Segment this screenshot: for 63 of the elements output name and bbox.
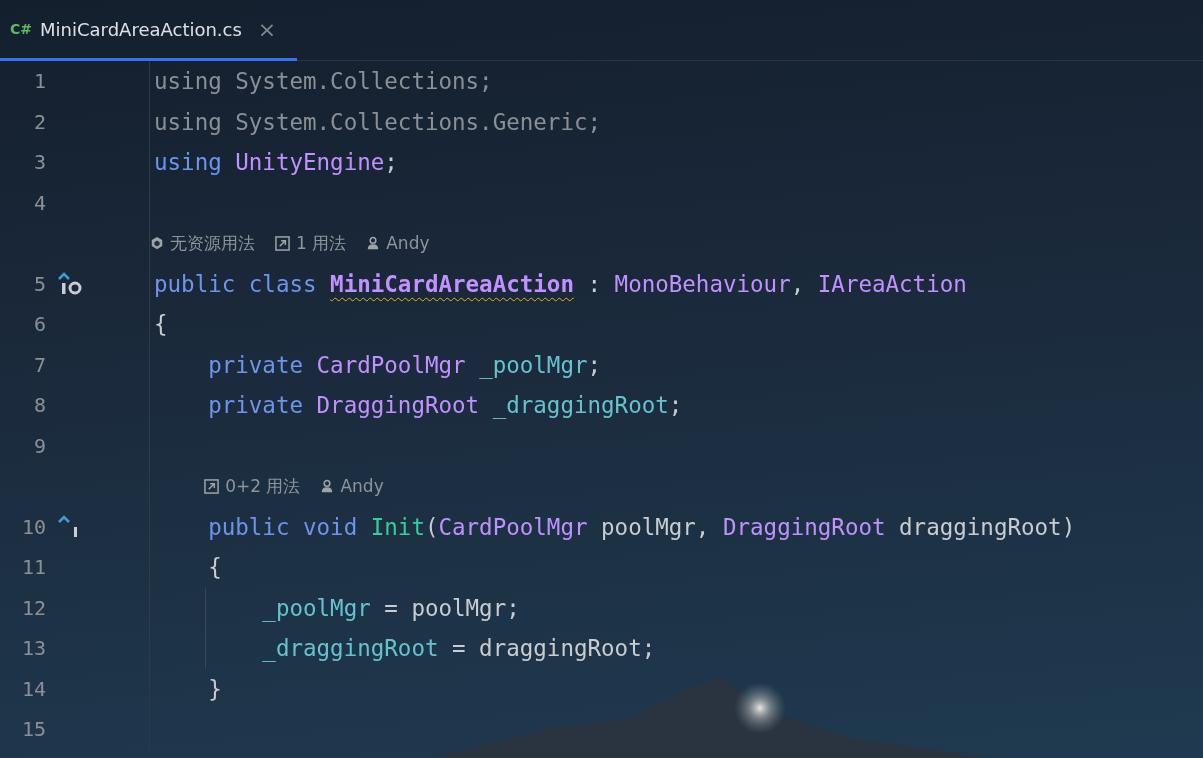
code-token: }: [207, 675, 222, 702]
code-token: MonoBehaviour: [614, 270, 791, 297]
code-token: private: [207, 392, 304, 419]
line-number: 15: [20, 717, 46, 742]
code-token: ;: [384, 149, 398, 176]
code-token: using System.Collections;: [154, 68, 493, 95]
code-token: _draggingRoot: [261, 635, 439, 662]
line-number: 13: [20, 636, 46, 661]
code-token: public void: [207, 513, 359, 540]
line-number: 11: [20, 555, 46, 580]
code-token: = poolMgr;: [383, 594, 520, 621]
code-token: ;: [587, 351, 602, 378]
line-number: 7: [32, 352, 46, 377]
code-token: _poolMgr: [261, 594, 371, 621]
code-token: {: [154, 311, 168, 338]
line-number: 3: [32, 150, 46, 175]
line-number: 5: [32, 271, 46, 296]
tab-label: MiniCardAreaAction.cs: [40, 18, 242, 40]
code-token: (: [424, 513, 439, 540]
implemented-marker-icon[interactable]: [58, 271, 84, 296]
line-number: 1: [32, 69, 46, 94]
code-token: DraggingRoot: [316, 392, 481, 419]
person-icon: [320, 479, 335, 494]
code-token: {: [207, 554, 222, 581]
code-token: IAreaAction: [817, 270, 967, 297]
code-token: CardPoolMgr: [438, 513, 588, 540]
code-token: = draggingRoot;: [451, 635, 656, 662]
code-lens-link[interactable]: Andy: [340, 476, 384, 497]
line-number: 10: [20, 514, 46, 539]
code-token: ;: [668, 392, 683, 419]
code-token: _poolMgr: [479, 351, 588, 378]
code-token: draggingRoot): [898, 513, 1076, 540]
code-token: CardPoolMgr: [316, 351, 467, 378]
code-token: MiniCardAreaAction: [330, 270, 574, 297]
file-tab[interactable]: C# MiniCardAreaAction.cs ×: [0, 0, 297, 61]
code-token: poolMgr,: [600, 513, 711, 540]
line-number: 12: [20, 595, 46, 620]
code-token: using: [154, 149, 223, 176]
code-token: :: [586, 270, 603, 297]
line-number: 9: [32, 433, 46, 458]
unity-icon: [150, 236, 164, 251]
line-number: 2: [32, 109, 46, 134]
csharp-file-icon: C#: [10, 21, 32, 37]
code-token: public class: [154, 270, 318, 297]
code-lens-link[interactable]: 0+2 用法: [225, 474, 301, 498]
code-token: _draggingRoot: [492, 392, 669, 419]
code-token: UnityEngine: [235, 149, 385, 176]
line-number: 6: [32, 312, 46, 337]
line-number: 4: [32, 190, 46, 215]
code-lens-link[interactable]: Andy: [386, 233, 430, 254]
code-lens-link[interactable]: 1 用法: [296, 231, 347, 255]
line-number: 8: [32, 393, 46, 418]
line-number: 14: [20, 676, 46, 701]
code-token: private: [207, 351, 304, 378]
code-token: Init: [370, 513, 425, 540]
usages-icon: [275, 235, 290, 251]
usages-icon: [204, 478, 220, 494]
code-token: using System.Collections.Generic;: [154, 108, 602, 135]
code-lens-link[interactable]: 无资源用法: [170, 231, 255, 255]
close-button[interactable]: ×: [253, 16, 281, 42]
code-token: DraggingRoot: [722, 513, 886, 540]
person-icon: [366, 236, 381, 251]
code-token: ,: [790, 270, 806, 297]
